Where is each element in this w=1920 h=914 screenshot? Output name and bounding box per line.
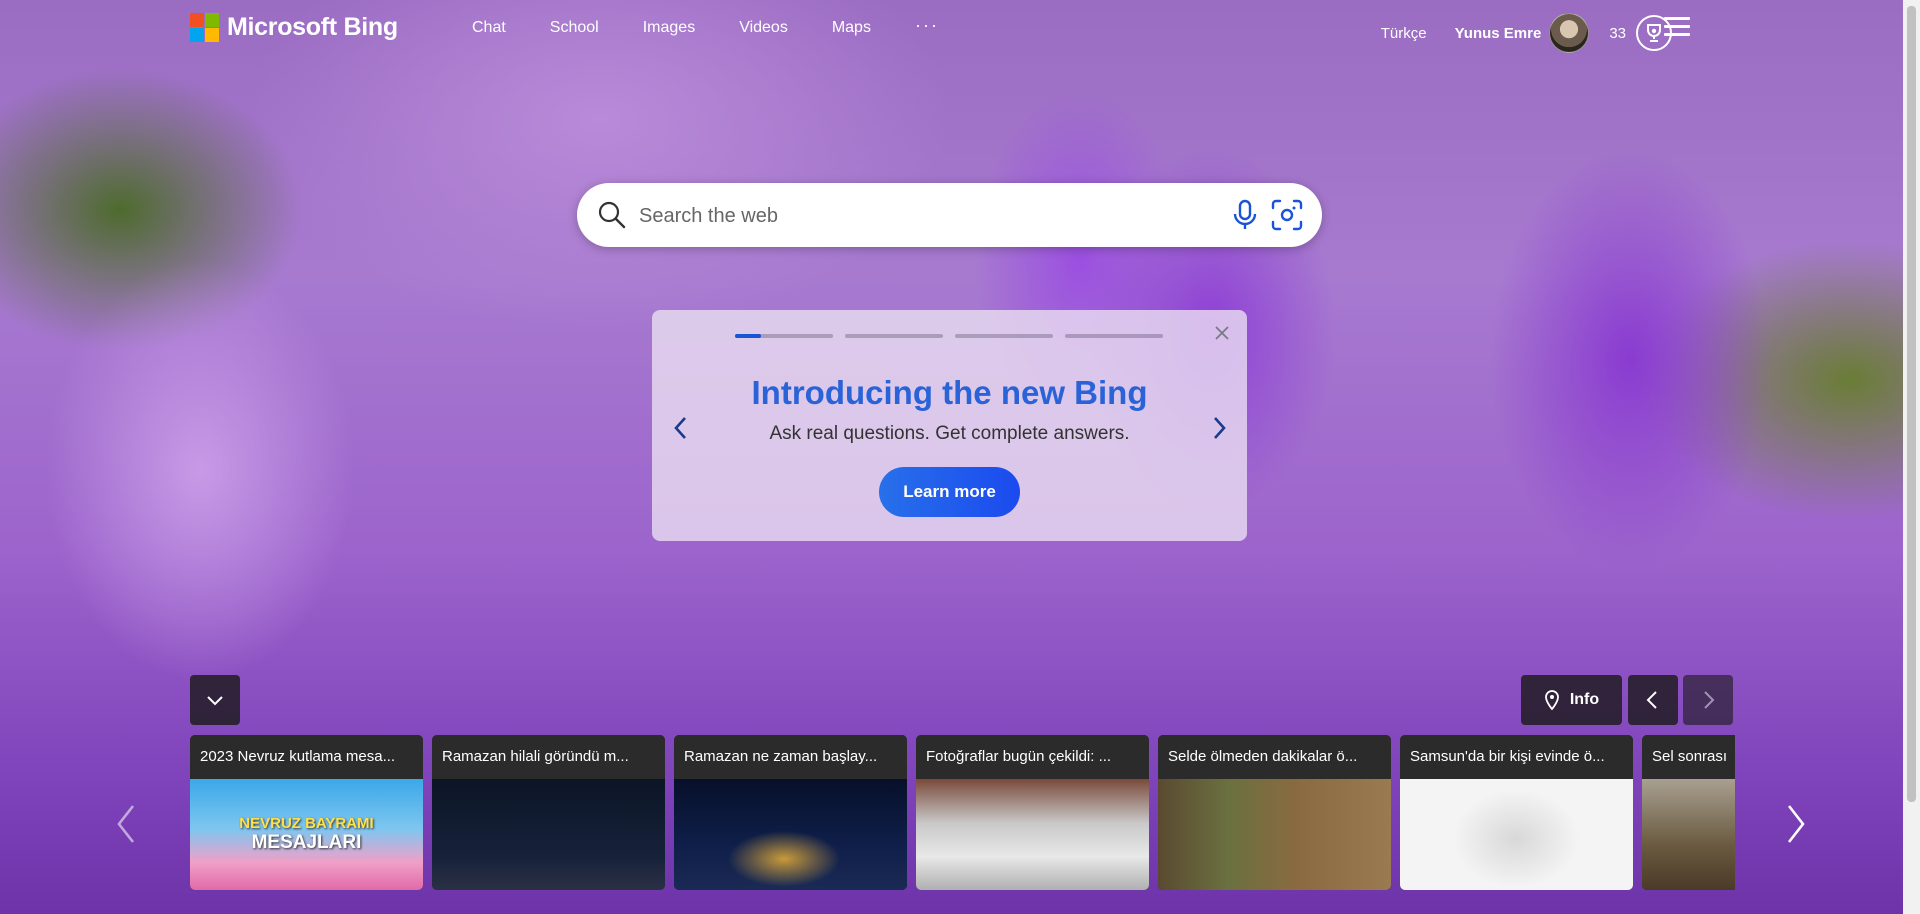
visual-search-icon[interactable]	[1269, 197, 1305, 233]
user-name[interactable]: Yunus Emre	[1455, 25, 1542, 42]
reward-points[interactable]: 33	[1609, 25, 1626, 42]
image-info-button[interactable]: Info	[1521, 675, 1622, 725]
news-card[interactable]: Selde ölmeden dakikalar ö...	[1158, 735, 1391, 890]
nav-maps[interactable]: Maps	[832, 19, 871, 37]
news-card-title: Fotoğraflar bugün çekildi: ...	[916, 735, 1149, 779]
promo-progress-segment	[845, 334, 943, 338]
info-label: Info	[1569, 691, 1600, 708]
promo-title: Introducing the new Bing	[751, 374, 1148, 411]
nav-videos[interactable]: Videos	[739, 19, 788, 37]
news-carousel: 2023 Nevruz kutlama mesa... NEVRUZ BAYRA…	[190, 735, 1735, 890]
main-nav: Chat School Images Videos Maps ···	[472, 15, 983, 37]
hamburger-menu-icon[interactable]	[1664, 17, 1690, 37]
top-header: Microsoft Bing Chat School Images Videos…	[0, 0, 1903, 60]
microphone-icon[interactable]	[1229, 197, 1261, 233]
news-card-image	[1400, 779, 1633, 890]
promo-progress	[735, 334, 1163, 338]
account-area: Türkçe Yunus Emre 33	[1381, 13, 1672, 53]
location-pin-icon	[1544, 690, 1559, 710]
search-input[interactable]	[637, 197, 1201, 235]
next-image-button[interactable]	[1683, 675, 1733, 725]
chevron-left-icon	[1646, 691, 1657, 709]
promo-subtitle: Ask real questions. Get complete answers…	[769, 423, 1130, 444]
nav-chat[interactable]: Chat	[472, 19, 506, 37]
news-card-image	[1642, 779, 1735, 890]
news-card-image	[916, 779, 1149, 890]
news-card-image: NEVRUZ BAYRAMI MESAJLARI	[190, 779, 423, 890]
news-card-title: Ramazan hilali göründü m...	[432, 735, 665, 779]
vertical-scrollbar[interactable]	[1903, 0, 1920, 914]
search-box	[577, 183, 1322, 247]
promo-progress-segment	[955, 334, 1053, 338]
new-bing-promo-card: Introducing the new Bing Ask real questi…	[652, 310, 1247, 541]
news-card-title: Samsun'da bir kişi evinde ö...	[1400, 735, 1633, 779]
user-avatar[interactable]	[1549, 13, 1590, 53]
news-card[interactable]: Samsun'da bir kişi evinde ö...	[1400, 735, 1633, 890]
news-card[interactable]: Sel sonrası	[1642, 735, 1735, 890]
microsoft-logo-icon	[190, 13, 219, 42]
news-card-image	[674, 779, 907, 890]
scrollbar-thumb[interactable]	[1907, 6, 1916, 802]
chevron-right-icon	[1704, 691, 1715, 709]
language-link[interactable]: Türkçe	[1381, 25, 1427, 42]
chevron-down-icon	[207, 696, 223, 706]
previous-image-button[interactable]	[1628, 675, 1678, 725]
news-card[interactable]: Fotoğraflar bugün çekildi: ...	[916, 735, 1149, 890]
close-icon[interactable]	[1213, 324, 1231, 342]
news-card-image	[1158, 779, 1391, 890]
nav-more-menu[interactable]: ···	[915, 15, 939, 37]
news-card-title: Sel sonrası	[1642, 735, 1735, 779]
news-image-caption: MESAJLARI	[251, 832, 362, 853]
news-card-title: 2023 Nevruz kutlama mesa...	[190, 735, 423, 779]
news-card-title: Ramazan ne zaman başlay...	[674, 735, 907, 779]
nav-images[interactable]: Images	[643, 19, 695, 37]
news-next-arrow-icon[interactable]	[1784, 802, 1808, 846]
news-card[interactable]: Ramazan hilali göründü m...	[432, 735, 665, 890]
news-image-caption: NEVRUZ BAYRAMI	[239, 815, 374, 832]
promo-progress-segment	[735, 334, 833, 338]
news-card[interactable]: Ramazan ne zaman başlay...	[674, 735, 907, 890]
nav-school[interactable]: School	[550, 19, 599, 37]
search-icon[interactable]	[597, 200, 627, 230]
collapse-feed-button[interactable]	[190, 675, 240, 725]
news-prev-arrow-icon[interactable]	[114, 802, 138, 846]
promo-progress-segment	[1065, 334, 1163, 338]
learn-more-button[interactable]: Learn more	[879, 467, 1020, 517]
bing-logo[interactable]: Microsoft Bing	[190, 13, 398, 42]
brand-name: Microsoft Bing	[227, 13, 398, 41]
news-card[interactable]: 2023 Nevruz kutlama mesa... NEVRUZ BAYRA…	[190, 735, 423, 890]
news-card-image	[432, 779, 665, 890]
news-card-title: Selde ölmeden dakikalar ö...	[1158, 735, 1391, 779]
